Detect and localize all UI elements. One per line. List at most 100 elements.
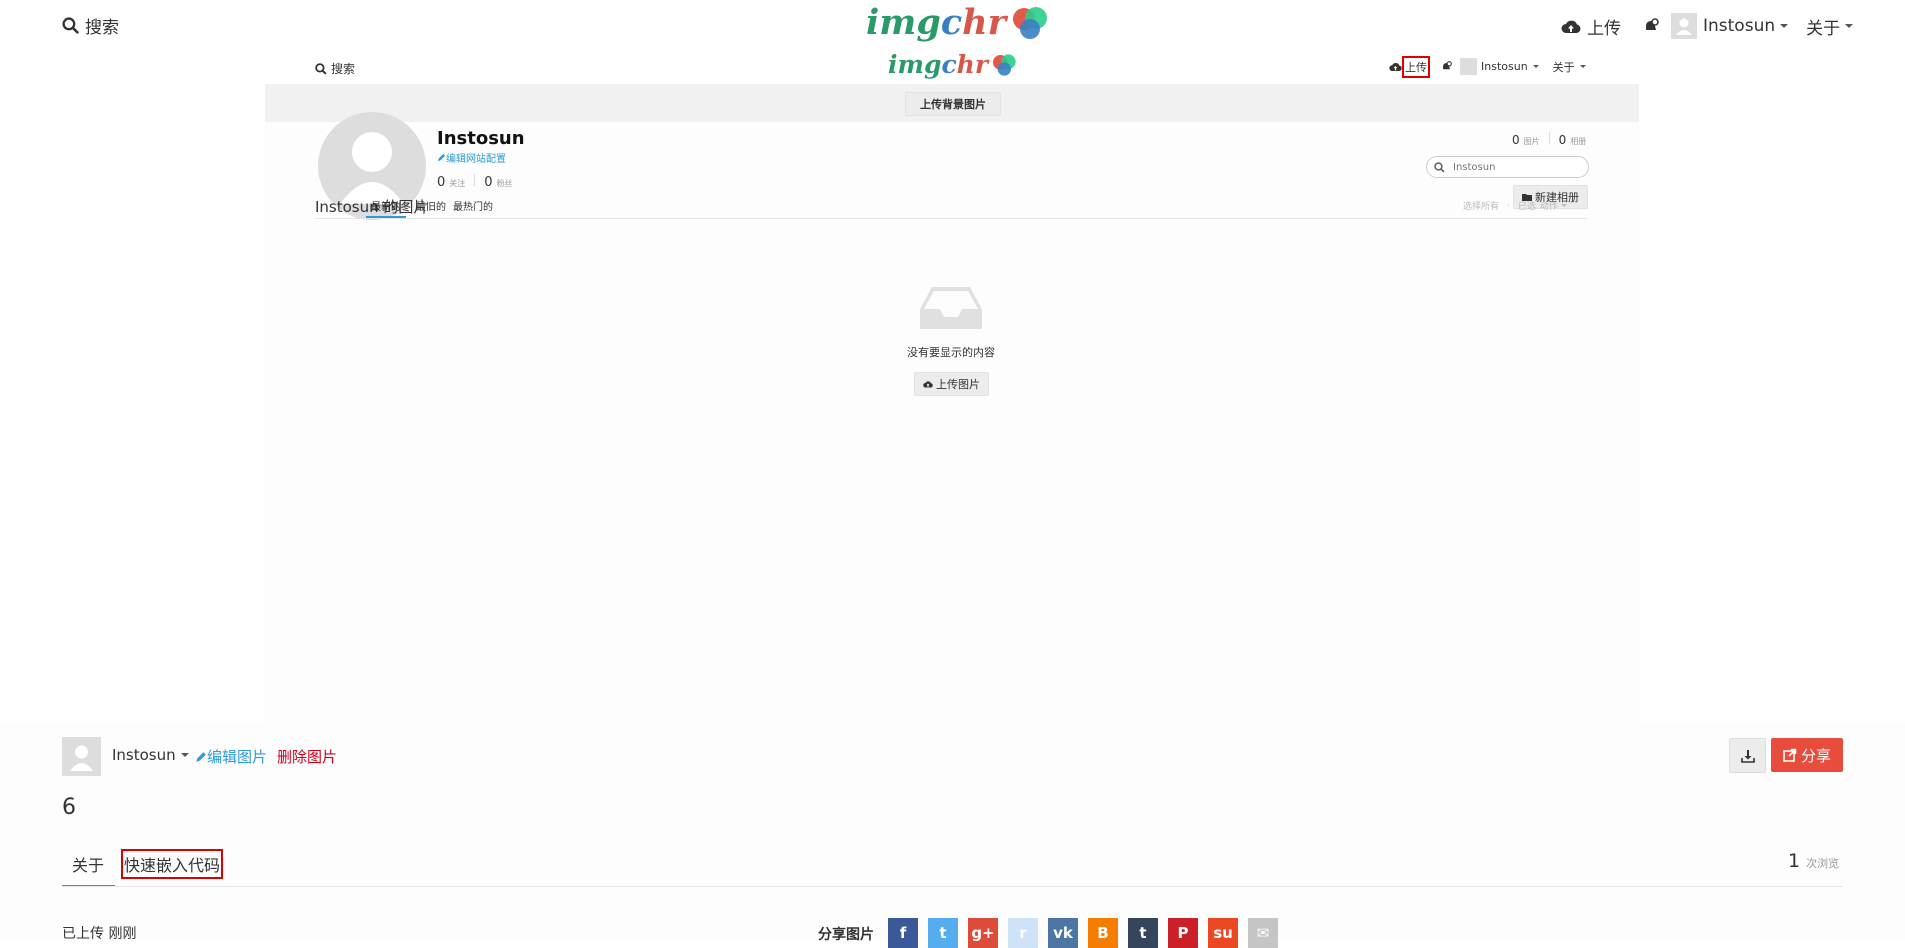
user-menu[interactable]: Instosun [1671,13,1789,39]
tab-oldest[interactable]: 最旧的 [416,198,446,213]
preview-about-menu[interactable]: 关于 [1553,59,1586,75]
social-share-row: f t g+ r vk Bt Psu ✉ [888,918,1278,948]
chevron-down-icon [1560,204,1567,207]
owner-avatar[interactable] [62,737,101,776]
share-label: 分享 [1800,746,1831,765]
stats-divider [474,174,476,186]
preview-username: Instosun [1481,60,1528,73]
image-detail-section: Instosun 编辑图片 删除图片 分享 6 关于 快速嵌入代码 1 次浏览 … [0,722,1905,948]
user-avatar [1671,13,1697,39]
content-stats: 0 图片 0 相册 [1512,132,1586,147]
view-stats: 1 次浏览 [1788,850,1839,872]
preview-right-nav: 上传 Instosun 关于 [1389,55,1586,78]
chevron-down-icon [1532,65,1539,68]
upload-background-label: 上传背景图片 [920,98,986,111]
tumblr-icon[interactable]: t [1128,918,1158,948]
select-all-link[interactable]: 选择所有 [1463,199,1499,212]
logo-part-1: img [866,2,941,43]
blogger-icon[interactable]: B [1088,918,1118,948]
edit-image-label: 编辑图片 [207,748,268,766]
preview-about-label: 关于 [1552,60,1575,74]
username-label: Instosun [1703,16,1776,36]
dot-separator: · [1507,200,1510,211]
upload-time: 已上传 刚刚 [62,926,137,942]
albums-count[interactable]: 0 [1559,133,1567,147]
tab-about[interactable]: 关于 [72,852,104,876]
google-plus-icon[interactable]: g+ [968,918,998,948]
cloud-upload-icon [923,381,933,388]
reddit-icon[interactable]: r [1008,918,1038,948]
profile-search-input[interactable] [1451,160,1585,174]
preview-logo-text: imgchr [888,50,988,79]
upload-background-button[interactable]: 上传背景图片 [905,92,1001,116]
edit-image-link[interactable]: 编辑图片 [195,746,267,767]
facebook-icon[interactable]: f [888,918,918,948]
edit-site-label: 编辑网站配置 [446,154,506,165]
action-menu[interactable]: 动作 [1540,199,1567,212]
image-title: 6 [62,795,76,820]
tab-popular[interactable]: 最热门的 [453,198,493,213]
preview-logo-part-2: c [941,50,957,79]
views-count: 1 [1788,850,1801,872]
chevron-down-icon [180,753,189,757]
tab-embed-codes[interactable]: 快速嵌入代码 [120,849,224,879]
cloud-upload-icon [1561,20,1581,33]
preview-logo-part-1: img [888,50,942,79]
upload-image-button[interactable]: 上传图片 [914,372,989,396]
preview-upload-link[interactable]: 上传 [1402,55,1430,78]
profile-page-preview: 搜索 imgchr 上传 Instosun 关于 上传背景图片 Instosun… [265,50,1639,722]
profile-search-box[interactable] [1426,156,1589,178]
albums-label: 相册 [1570,137,1587,146]
upload-link[interactable]: 上传 [1561,14,1621,39]
edit-site-link[interactable]: 编辑网站配置 [437,150,506,165]
background-banner: 上传背景图片 [265,84,1639,122]
twitter-icon[interactable]: t [928,918,958,948]
following-count[interactable]: 0 [437,175,445,190]
preview-search-link[interactable]: 搜索 [315,60,355,77]
followers-count[interactable]: 0 [484,175,492,190]
selection-actions: 选择所有 · 已选 动作 [1463,199,1567,212]
images-count[interactable]: 0 [1512,133,1520,147]
logo-part-3: hr [962,2,1007,43]
profile-name: Instosun [437,128,525,149]
chevron-down-icon [1780,24,1789,28]
email-icon[interactable]: ✉ [1248,918,1278,948]
search-link[interactable]: 搜索 [62,13,119,38]
notifications-icon[interactable] [1643,18,1659,34]
vk-icon[interactable]: vk [1048,918,1078,948]
logo-circles-icon [1013,6,1048,39]
about-menu[interactable]: 关于 [1806,14,1854,39]
about-label: 关于 [1806,18,1841,39]
following-label: 关注 [449,179,466,188]
empty-state-text: 没有要显示的内容 [907,346,995,359]
preview-search-label: 搜索 [331,62,356,76]
tabs-divider [62,886,1843,887]
download-icon [1740,749,1755,763]
share-image-label: 分享图片 [818,927,874,943]
images-label: 图片 [1523,137,1540,146]
pinterest-icon[interactable]: P [1168,918,1198,948]
preview-user-avatar [1460,58,1477,75]
cloud-upload-icon [1389,63,1402,72]
stumbleupon-icon[interactable]: su [1208,918,1238,948]
tab-latest[interactable]: 最新的 [371,198,401,213]
search-icon [315,62,327,75]
upload-label: 上传 [1587,18,1621,39]
action-label: 动作 [1539,202,1558,212]
delete-image-link[interactable]: 删除图片 [277,746,337,767]
search-label: 搜索 [85,18,119,38]
site-logo[interactable]: imgchr [866,2,1052,43]
owner-name: Instosun [112,746,176,764]
preview-logo-part-3: hr [956,50,989,79]
preview-user-menu[interactable]: Instosun [1460,58,1539,75]
notifications-icon[interactable] [1441,61,1452,72]
download-button[interactable] [1729,738,1766,773]
share-icon [1783,748,1797,762]
share-button[interactable]: 分享 [1771,738,1843,772]
pencil-icon [437,153,446,162]
empty-inbox-icon [920,287,982,329]
preview-logo[interactable]: imgchr [888,50,1019,79]
stats-divider [1548,132,1550,144]
owner-menu[interactable]: Instosun [112,746,189,764]
logo-part-2: c [940,2,963,43]
